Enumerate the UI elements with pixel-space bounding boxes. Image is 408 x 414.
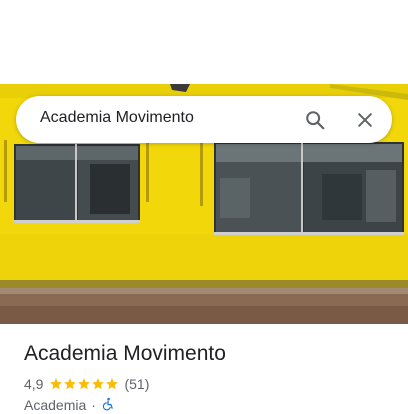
close-icon[interactable]: [352, 107, 378, 133]
place-title: Academia Movimento: [24, 342, 226, 365]
search-query[interactable]: Academia Movimento: [40, 109, 194, 127]
review-count[interactable]: (51): [124, 376, 149, 392]
search-bar[interactable]: Academia Movimento: [16, 96, 392, 143]
category-row: Academia ·: [24, 397, 115, 413]
wheelchair-accessible-icon: [101, 397, 115, 414]
rating-value: 4,9: [24, 376, 44, 392]
star-icon: [50, 378, 63, 390]
star-rating: [49, 377, 119, 391]
place-category: Academia: [24, 397, 87, 413]
search-icon[interactable]: [302, 107, 328, 133]
star-icon: [106, 378, 119, 390]
star-icon: [78, 378, 91, 390]
map-top-area: [0, 0, 408, 84]
star-icon: [92, 378, 105, 390]
star-icon: [64, 378, 77, 390]
rating-row[interactable]: 4,9 (51): [24, 375, 149, 393]
separator-dot: ·: [91, 397, 96, 413]
